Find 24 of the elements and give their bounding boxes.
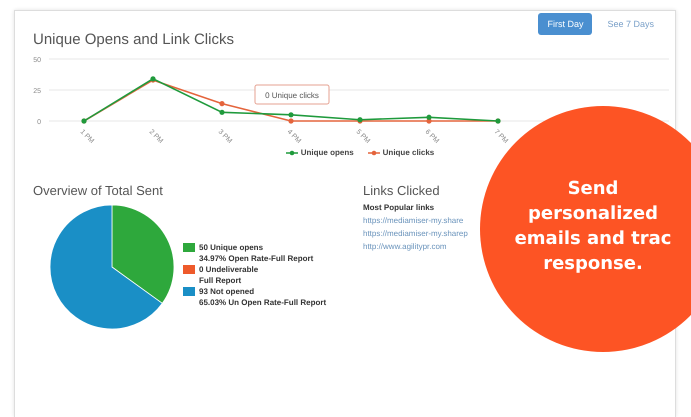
link[interactable]: https://mediamiser-my.sharep	[363, 229, 468, 238]
section-title: Overview of Total Sent	[33, 183, 164, 198]
legend-label: 93 Not opened	[199, 286, 254, 297]
tooltip: 0 Unique clicks	[254, 84, 330, 104]
section-title: Links Clicked	[363, 183, 441, 198]
link[interactable]: https://mediamiser-my.share	[363, 216, 468, 225]
section-subtitle: Most Popular links	[363, 203, 436, 212]
chart-title: Unique Opens and Link Clicks	[33, 31, 234, 48]
period-tab[interactable]: See 7 Days	[598, 13, 663, 35]
legend-detail: Full Report	[199, 275, 242, 286]
annotation: 0 Unique clicks	[265, 91, 319, 100]
legend-item: Unique clicks	[368, 148, 434, 157]
legend-detail: 34.97% Open Rate-Full Report	[199, 253, 314, 264]
data-point	[219, 101, 225, 106]
link[interactable]: http://www.agilitypr.com	[363, 242, 468, 251]
legend-marker-icon	[286, 150, 298, 156]
legend-item: Unique opens	[286, 148, 354, 157]
legend-detail: 65.03% Un Open Rate-Full Report	[199, 297, 326, 308]
legend-label: 50 Unique opens	[199, 242, 264, 253]
period-tab[interactable]: First Day	[538, 13, 592, 35]
data-point	[219, 110, 225, 115]
legend-marker-icon	[368, 150, 380, 156]
legend-label: 0 Undeliverable	[199, 264, 258, 275]
callout-text: Send personalized emails and trac response.	[514, 177, 672, 276]
